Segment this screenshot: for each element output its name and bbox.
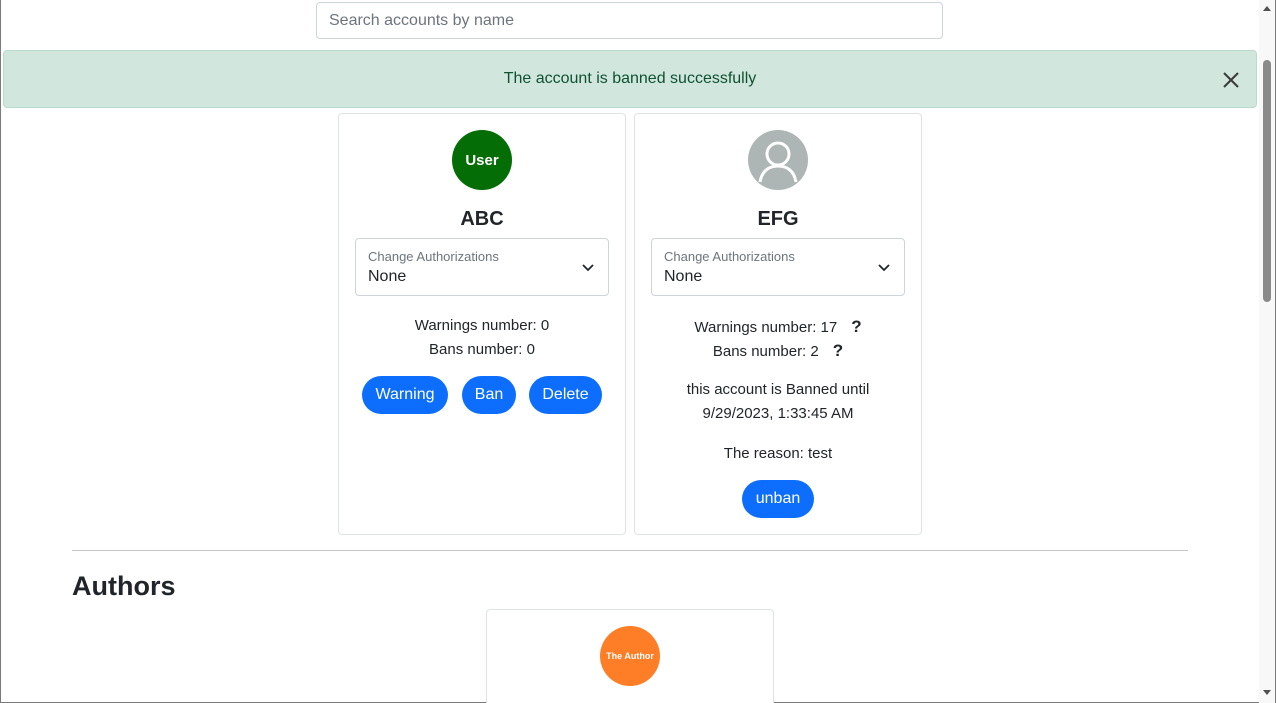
bans-count: Bans number: 0 (429, 341, 535, 358)
scroll-down-arrow-icon[interactable] (1263, 690, 1271, 695)
ban-status-line: this account is Banned until (686, 381, 870, 398)
authorization-select[interactable]: Change Authorizations None (651, 238, 905, 296)
avatar-text: User (465, 151, 499, 169)
ban-reason: The reason: test (723, 445, 833, 462)
search-input[interactable] (316, 2, 943, 39)
account-card: EFG Change Authorizations None Warnings … (634, 113, 922, 535)
bans-count: Bans number: 2 (712, 343, 819, 360)
vertical-scrollbar[interactable] (1259, 0, 1275, 703)
delete-button[interactable]: Delete (529, 376, 602, 414)
ban-button[interactable]: Ban (462, 376, 516, 414)
section-divider (72, 550, 1188, 551)
ban-until-date: 9/29/2023, 1:33:45 AM (702, 405, 854, 422)
chevron-down-icon (582, 264, 594, 272)
account-card: User ABC Change Authorizations None Warn… (338, 113, 626, 535)
bans-help-icon[interactable]: ? (833, 341, 843, 360)
avatar: User (452, 130, 512, 190)
warning-button[interactable]: Warning (362, 376, 448, 414)
chevron-down-icon (878, 264, 890, 272)
avatar (748, 130, 808, 190)
select-value: None (368, 268, 407, 285)
author-card: The Author (486, 609, 774, 703)
unban-button[interactable]: unban (742, 480, 814, 518)
authorization-select[interactable]: Change Authorizations None (355, 238, 609, 296)
scrollbar-thumb[interactable] (1263, 60, 1271, 302)
warnings-count: Warnings number: 0 (414, 317, 550, 334)
select-label: Change Authorizations (664, 249, 795, 264)
warnings-count: Warnings number: 17 (694, 319, 838, 336)
person-icon (758, 141, 798, 183)
warnings-help-icon[interactable]: ? (851, 317, 861, 336)
select-label: Change Authorizations (368, 249, 499, 264)
author-avatar-text: The Author (606, 651, 654, 661)
bans-row: Bans number: 2? (635, 341, 921, 361)
success-alert: The account is banned successfully (3, 50, 1257, 108)
scroll-up-arrow-icon[interactable] (1263, 6, 1271, 11)
select-value: None (664, 268, 703, 285)
author-avatar: The Author (600, 626, 660, 686)
account-name: ABC (460, 208, 504, 230)
authors-heading: Authors (72, 571, 176, 601)
account-name: EFG (757, 208, 799, 230)
warnings-row: Warnings number: 17? (635, 317, 921, 337)
close-icon[interactable] (1220, 69, 1242, 91)
alert-message: The account is banned successfully (503, 70, 757, 87)
